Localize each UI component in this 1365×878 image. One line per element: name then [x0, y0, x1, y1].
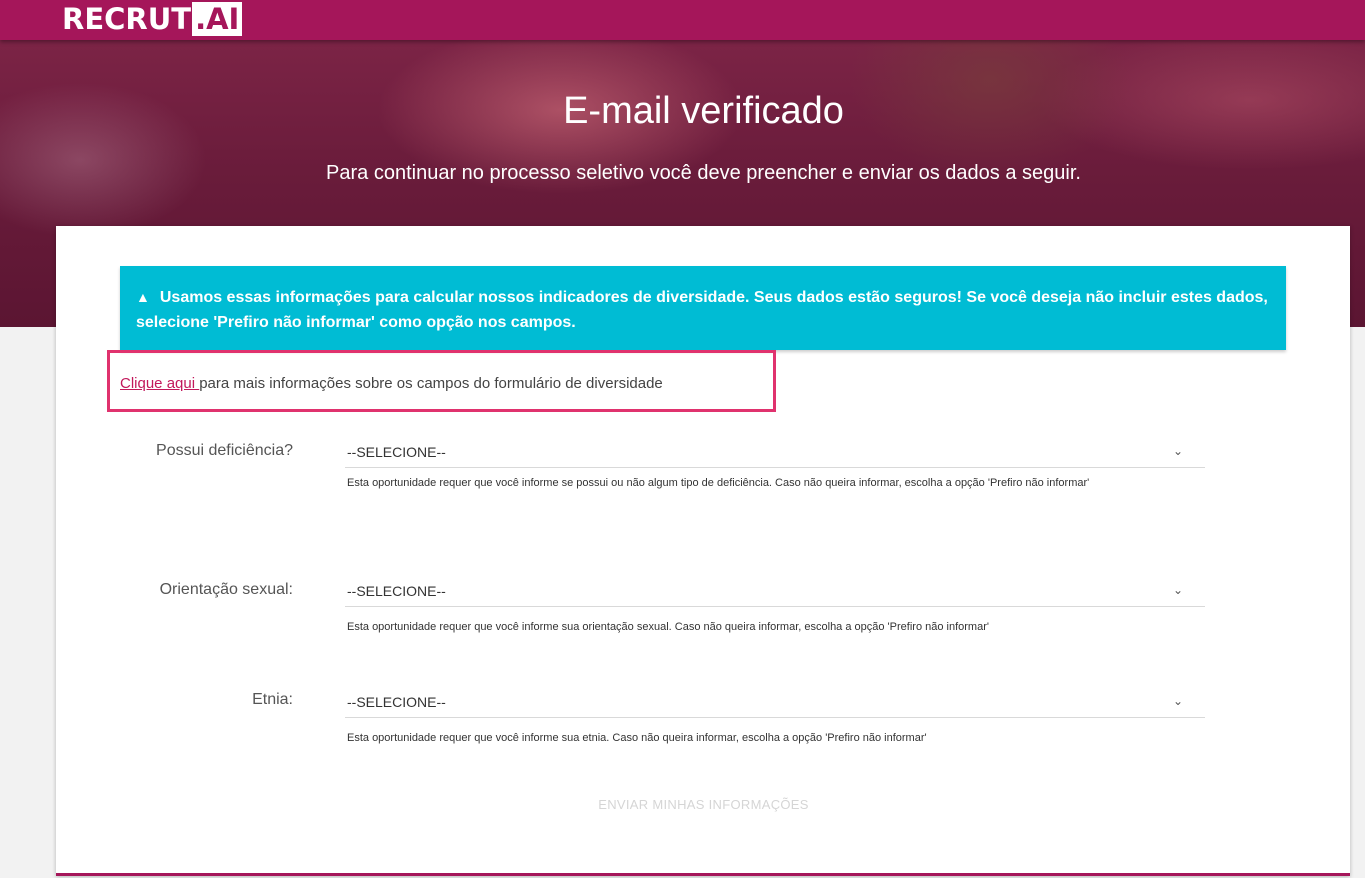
sexual-orientation-select-value: --SELECIONE--: [347, 583, 446, 599]
more-info-line: Clique aqui para mais informações sobre …: [120, 375, 663, 392]
chevron-down-icon: ⌄: [1172, 444, 1183, 458]
sexual-orientation-label: Orientação sexual:: [159, 581, 293, 598]
page-title: E-mail verificado: [563, 90, 844, 132]
warning-triangle-icon: ▲: [136, 289, 150, 305]
diversity-alert: ▲ Usamos essas informações para calcular …: [120, 266, 1286, 350]
disability-help: Esta oportunidade requer que você inform…: [347, 477, 1090, 489]
sexual-orientation-select[interactable]: --SELECIONE-- ⌄: [345, 579, 1205, 607]
page-subtitle: Para continuar no processo seletivo você…: [326, 162, 1081, 184]
sexual-orientation-help: Esta oportunidade requer que você inform…: [347, 621, 989, 633]
disability-select[interactable]: --SELECIONE-- ⌄: [345, 440, 1205, 468]
top-bar: RECRUT .AI: [0, 0, 1365, 40]
alert-text: Usamos essas informações para calcular n…: [136, 289, 1268, 331]
more-info-text: para mais informações sobre os campos do…: [199, 375, 663, 392]
chevron-down-icon: ⌄: [1172, 583, 1183, 597]
ethnicity-help: Esta oportunidade requer que você inform…: [347, 732, 927, 744]
ethnicity-select[interactable]: --SELECIONE-- ⌄: [345, 690, 1205, 718]
click-here-link[interactable]: Clique aqui: [120, 375, 199, 392]
ethnicity-label: Etnia:: [252, 691, 293, 708]
chevron-down-icon: ⌄: [1172, 694, 1183, 708]
form-card: ▲ Usamos essas informações para calcular …: [56, 226, 1350, 876]
logo-box: .AI: [192, 2, 243, 36]
ethnicity-select-value: --SELECIONE--: [347, 694, 446, 710]
logo[interactable]: RECRUT .AI: [62, 1, 243, 37]
submit-button[interactable]: ENVIAR MINHAS INFORMAÇÕES: [0, 797, 1365, 812]
logo-text: RECRUT: [62, 2, 192, 36]
disability-select-value: --SELECIONE--: [347, 444, 446, 460]
disability-label: Possui deficiência?: [156, 442, 293, 459]
